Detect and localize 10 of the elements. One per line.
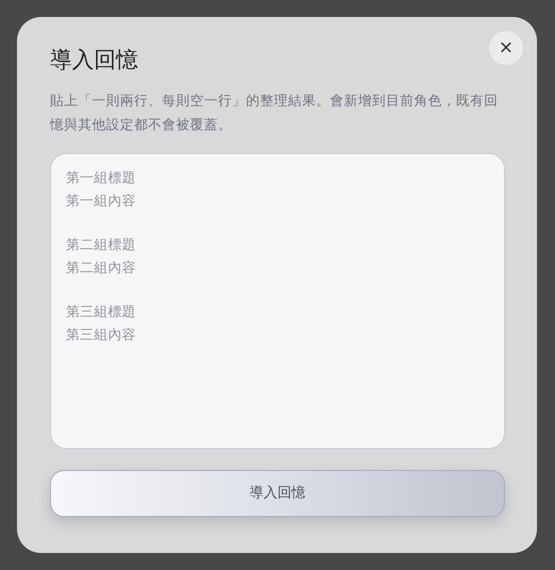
import-button[interactable]: 導入回憶 bbox=[50, 470, 505, 517]
close-button[interactable]: × bbox=[489, 31, 523, 65]
placeholder-text: 第三組標題 bbox=[66, 303, 136, 322]
placeholder-text: 第三組內容 bbox=[66, 326, 136, 344]
placeholder-text: 第一組內容 bbox=[66, 192, 136, 210]
placeholder-text: 第一組標題 bbox=[66, 169, 136, 188]
placeholder-text: 第二組標題 bbox=[66, 236, 136, 255]
placeholder-text: 第二組內容 bbox=[66, 258, 136, 278]
dialog-title: 導入回憶 bbox=[50, 47, 139, 75]
dialog-description: 貼上「一則兩行、每則空一行」的整理結果。會新增到目前角色，既有回憶與其他設定都不會被覆蓋。 bbox=[50, 92, 499, 135]
